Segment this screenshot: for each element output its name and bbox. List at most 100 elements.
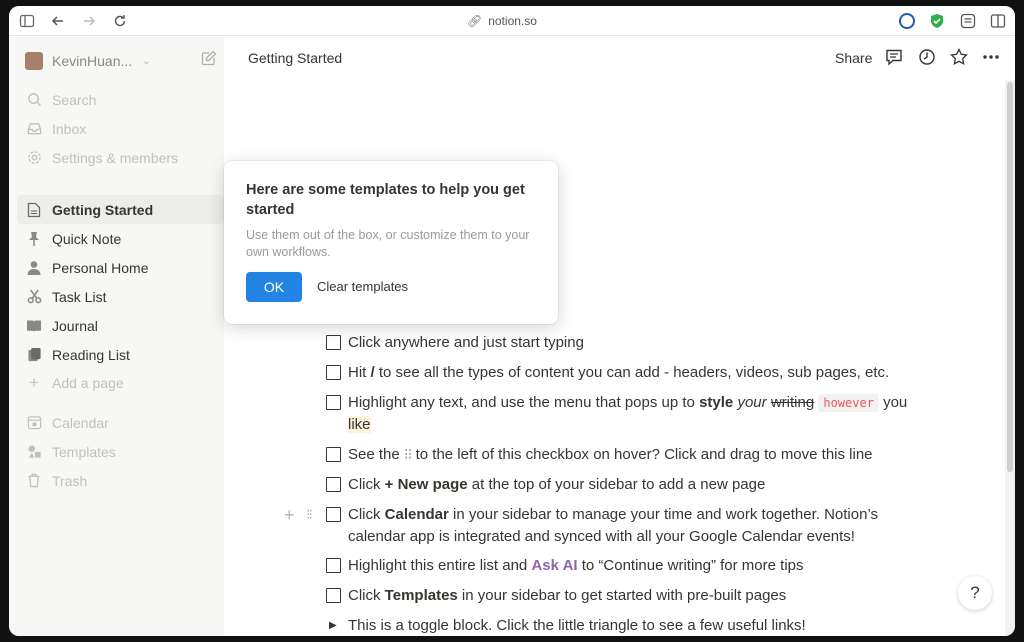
sidebar-item-calendar[interactable]: Calendar	[17, 408, 224, 437]
sidebar-item-settings[interactable]: Settings & members	[17, 143, 224, 172]
breadcrumb[interactable]: Getting Started	[248, 50, 342, 66]
help-button[interactable]: ?	[958, 576, 992, 610]
1password-icon[interactable]	[899, 13, 915, 29]
reload-icon[interactable]	[112, 13, 128, 29]
popup-title: Here are some templates to help you get …	[246, 182, 525, 218]
scissors-icon	[25, 288, 43, 306]
popup-description: Use them out of the box, or customize th…	[246, 228, 530, 259]
sidebar-item-getting-started[interactable]: Getting Started	[17, 195, 224, 224]
text-segment: Highlight any text, and use the menu tha…	[348, 394, 700, 411]
text-segment: your	[737, 394, 767, 411]
text-segment: Click	[348, 476, 385, 493]
sidebar-item-label: Personal Home	[52, 259, 149, 276]
sidebar-item-label: Quick Note	[52, 230, 122, 247]
add-block-icon[interactable]: +	[284, 505, 295, 526]
todo-checkbox[interactable]	[326, 335, 341, 350]
todo-text[interactable]: Click + New page at the top of your side…	[348, 474, 923, 496]
back-arrow-icon[interactable]	[50, 13, 66, 29]
star-icon[interactable]	[950, 48, 968, 66]
sidebar-item-label: Trash	[52, 472, 88, 489]
text-segment: to see all the types of content you can …	[374, 364, 890, 381]
todo-text[interactable]: See the ⁝⁝ to the left of this checkbox …	[348, 444, 923, 466]
trash-icon	[25, 472, 43, 490]
sidebar-item-trash[interactable]: Trash	[17, 466, 224, 495]
todo-text[interactable]: Highlight any text, and use the menu tha…	[348, 392, 923, 436]
text-segment: Click	[348, 587, 385, 604]
todo-checkbox[interactable]	[326, 507, 341, 522]
todo-text[interactable]: This is a toggle block. Click the little…	[348, 615, 923, 636]
share-button[interactable]: Share	[835, 50, 872, 66]
shield-check-icon[interactable]	[929, 13, 945, 29]
todo-checkbox[interactable]	[326, 395, 341, 410]
sidebar-add-page[interactable]: + Add a page	[17, 368, 224, 397]
workspace-switcher[interactable]: KevinHuan... ⌄	[25, 51, 151, 71]
sidebar-item-label: Templates	[52, 443, 116, 460]
text-segment: to “Continue writing” for more tips	[577, 557, 804, 574]
sidebar-item-journal[interactable]: Journal	[17, 311, 224, 340]
sidebar-toggle-icon[interactable]	[19, 13, 35, 29]
todo-text[interactable]: Click anywhere and just start typing	[348, 332, 923, 354]
book-icon	[25, 317, 43, 335]
url-text: notion.so	[488, 14, 537, 28]
sidebar-item-quick-note[interactable]: Quick Note	[17, 224, 224, 253]
drag-handle-icon[interactable]: ⁝⁝	[306, 506, 313, 523]
comment-icon[interactable]	[885, 48, 903, 66]
sidebar-item-label: Reading List	[52, 346, 130, 363]
sidebar-item-search[interactable]: Search	[17, 85, 224, 114]
todo-text[interactable]: Highlight this entire list and Ask AI to…	[348, 555, 923, 577]
reader-icon[interactable]	[960, 13, 976, 29]
text-segment: in your sidebar to get started with pre-…	[457, 587, 787, 604]
text-segment: + New page	[384, 476, 468, 493]
address-bar[interactable]: 🔗︎ notion.so	[467, 14, 537, 28]
sidebar-item-inbox[interactable]: Inbox	[17, 114, 224, 143]
new-page-icon[interactable]	[201, 50, 217, 66]
chevron-down-icon: ⌄	[142, 55, 151, 67]
text-segment: to the left of this checkbox on hover? C…	[411, 446, 873, 463]
sidebar-item-label: Inbox	[52, 120, 87, 137]
templates-popup: Here are some templates to help you get …	[224, 161, 558, 324]
text-segment: style	[699, 394, 734, 411]
link-icon: 🔗︎	[467, 14, 483, 28]
text-segment: like	[348, 416, 371, 433]
text-segment: Templates	[384, 587, 458, 604]
split-view-icon[interactable]	[990, 13, 1006, 29]
sidebar-item-label: Journal	[52, 317, 98, 334]
sidebar-item-personal-home[interactable]: Personal Home	[17, 253, 224, 282]
scrollbar-thumb[interactable]	[1007, 82, 1013, 472]
text-segment: writing	[770, 394, 815, 411]
todo-checkbox[interactable]	[326, 588, 341, 603]
clear-templates-button[interactable]: Clear templates	[317, 279, 408, 294]
toggle-triangle-icon[interactable]: ▶	[329, 615, 337, 636]
todo-text[interactable]: Click Templates in your sidebar to get s…	[348, 585, 923, 607]
avatar	[25, 52, 43, 70]
todo-checkbox[interactable]	[326, 558, 341, 573]
todo-checkbox[interactable]	[326, 447, 341, 462]
text-segment: This is a toggle block. Click the little…	[348, 617, 806, 634]
ok-button[interactable]: OK	[246, 272, 302, 302]
text-segment: Ask AI	[531, 557, 578, 574]
todo-checkbox[interactable]	[326, 477, 341, 492]
text-segment: Click	[348, 506, 385, 523]
document-icon	[25, 201, 43, 219]
inline-code: however	[818, 394, 879, 412]
todo-text[interactable]: Click Calendar in your sidebar to manage…	[348, 504, 923, 548]
sidebar-item-label: Calendar	[52, 414, 109, 431]
gear-icon	[25, 149, 43, 167]
sidebar-item-task-list[interactable]: Task List	[17, 282, 224, 311]
todo-checkbox[interactable]	[326, 365, 341, 380]
todo-text[interactable]: Hit / to see all the types of content yo…	[348, 362, 923, 384]
sidebar-item-templates[interactable]: Templates	[17, 437, 224, 466]
sidebar: KevinHuan... ⌄ Search Inbox Settings & m…	[9, 37, 224, 636]
browser-toolbar: 🔗︎ notion.so	[9, 6, 1015, 36]
clock-icon[interactable]	[918, 48, 936, 66]
text-segment: at the top of your sidebar to add a new …	[467, 476, 766, 493]
sidebar-item-label: Settings & members	[52, 149, 179, 166]
more-icon[interactable]	[982, 48, 1000, 66]
calendar-icon	[25, 414, 43, 432]
text-segment: Highlight this entire list and	[348, 557, 532, 574]
search-icon	[25, 91, 43, 109]
text-segment: you	[878, 394, 908, 411]
forward-arrow-icon[interactable]	[81, 13, 97, 29]
sidebar-item-reading-list[interactable]: Reading List	[17, 340, 224, 369]
plus-icon: +	[29, 372, 39, 392]
